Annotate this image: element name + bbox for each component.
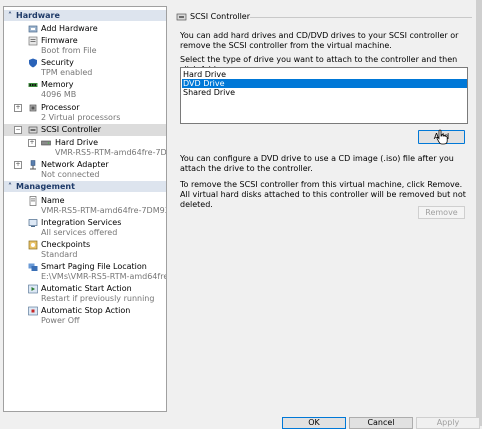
collapse-chevron-icon: ˄ [8,11,12,20]
tree-item-label: Security [41,58,74,67]
group-divider [250,17,472,18]
cancel-button[interactable]: Cancel [349,417,413,429]
drive-type-list[interactable]: Hard Drive DVD Drive Shared Drive [180,67,468,124]
tree-item-scsi-controller[interactable]: − SCSI Controller [4,124,166,136]
hardware-section-header[interactable]: ˄ Hardware [4,10,166,21]
tree-item-firmware[interactable]: Firmware Boot from File [4,35,166,57]
ok-button[interactable]: OK [282,417,346,429]
management-section-label: Management [16,182,75,191]
tree-item-checkpoints[interactable]: Checkpoints Standard [4,239,166,261]
tree-item-processor[interactable]: + Processor 2 Virtual processors [4,102,166,124]
shield-icon [29,58,37,68]
scsi-controller-icon [176,13,187,21]
management-section-header[interactable]: ˄ Management [4,181,166,192]
tree-item-detail: 2 Virtual processors [41,113,121,122]
tree-item-label: Hard Drive [55,138,99,147]
add-hardware-icon [28,25,38,33]
collapse-toggle[interactable]: − [14,126,22,134]
tree-item-detail: 4096 MB [41,90,77,99]
expand-toggle[interactable]: + [14,104,22,112]
tree-item-network-adapter[interactable]: + Network Adapter Not connected [4,159,166,181]
tree-item-label: Processor [41,103,80,112]
apply-button[interactable]: Apply [416,417,480,429]
panel-title: SCSI Controller [190,12,250,21]
dvd-note-text: You can configure a DVD drive to use a C… [180,154,454,173]
tree-item-hard-drive[interactable]: + Hard Drive VMR-RS5-RTM-amd64fre-7DM... [4,137,166,159]
tree-item-detail: Boot from File [41,46,97,55]
hand-cursor-icon [436,129,448,145]
tree-item-security[interactable]: Security TPM enabled [4,57,166,79]
tree-item-label: Automatic Stop Action [41,306,131,315]
tree-item-detail: VMR-RS5-RTM-amd64fre-7DM93 [41,206,167,215]
tree-item-label: Network Adapter [41,160,109,169]
tree-item-detail: VMR-RS5-RTM-amd64fre-7DM... [55,148,167,157]
tree-item-detail: Standard [41,250,78,259]
tree-item-detail: Restart if previously running [41,294,155,303]
processor-icon [29,104,37,112]
tree-item-detail: TPM enabled [41,68,93,77]
stop-action-icon [28,306,38,316]
tree-item-label: Firmware [41,36,78,45]
tree-item-detail: All services offered [41,228,118,237]
scsi-controller-icon [28,126,38,134]
tree-item-label: Integration Services [41,218,122,227]
tree-item-label: Smart Paging File Location [41,262,147,271]
remove-button[interactable]: Remove [418,206,465,219]
window-edge-shadow [476,0,482,426]
tree-item-detail: Power Off [41,316,80,325]
hardware-section-label: Hardware [16,11,60,20]
tree-item-smart-paging[interactable]: Smart Paging File Location E:\VMs\VMR-RS… [4,261,166,283]
network-adapter-icon [30,160,36,170]
memory-icon [28,83,38,87]
tree-item-name[interactable]: Name VMR-RS5-RTM-amd64fre-7DM93 [4,195,166,217]
tree-item-automatic-stop[interactable]: Automatic Stop Action Power Off [4,305,166,327]
tree-item-add-hardware[interactable]: Add Hardware [4,23,166,35]
settings-tree[interactable]: ˄ Hardware Add Hardware Firmware Boot fr… [3,6,167,412]
tree-item-detail: E:\VMs\VMR-RS5-RTM-amd64fre-7... [41,272,166,281]
tree-item-label: Name [41,196,65,205]
checkpoint-icon [28,240,38,250]
start-action-icon [28,284,38,294]
paging-file-icon [28,263,38,271]
tree-item-automatic-start[interactable]: Automatic Start Action Restart if previo… [4,283,166,305]
expand-toggle[interactable]: + [28,139,36,147]
firmware-icon [28,36,38,46]
integration-services-icon [28,219,38,227]
drive-type-option[interactable]: Hard Drive [182,70,467,79]
name-document-icon [29,196,37,206]
tree-item-label: SCSI Controller [41,125,101,134]
tree-item-detail: Not connected [41,170,100,179]
hard-drive-icon [41,140,51,146]
tree-item-label: Automatic Start Action [41,284,132,293]
expand-toggle[interactable]: + [14,161,22,169]
drive-type-option[interactable]: Shared Drive [182,88,467,97]
tree-item-integration-services[interactable]: Integration Services All services offere… [4,217,166,239]
intro-text: You can add hard drives and CD/DVD drive… [180,31,459,50]
drive-type-option-selected[interactable]: DVD Drive [182,79,467,88]
tree-item-label: Add Hardware [41,24,98,33]
collapse-chevron-icon: ˄ [8,182,12,191]
tree-item-label: Memory [41,80,74,89]
tree-item-label: Checkpoints [41,240,91,249]
tree-item-memory[interactable]: Memory 4096 MB [4,79,166,101]
